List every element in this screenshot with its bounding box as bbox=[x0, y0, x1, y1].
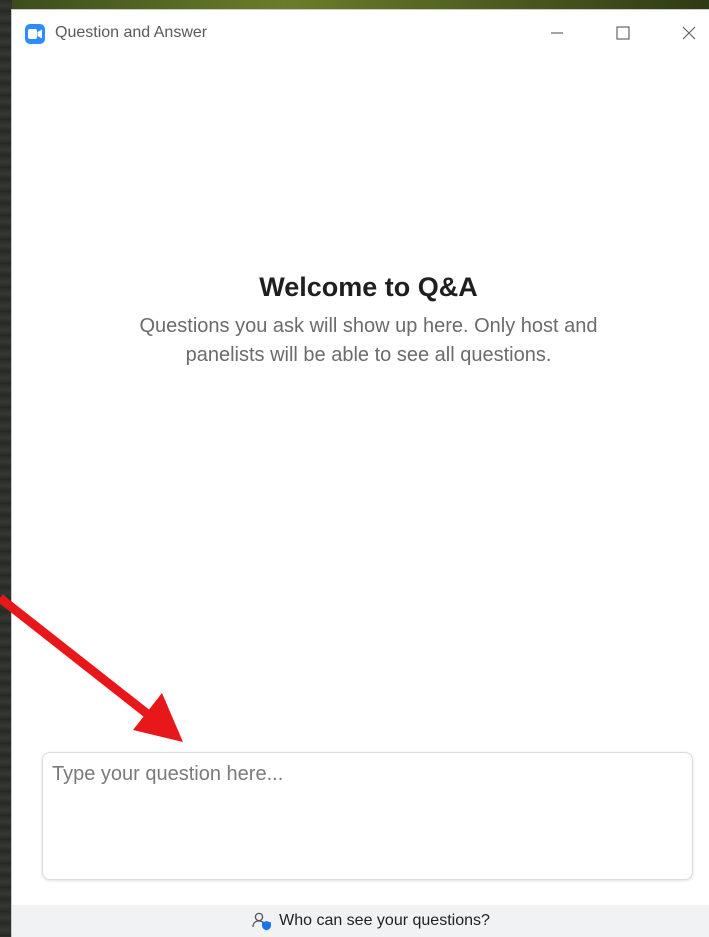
footer-bar: Who can see your questions? bbox=[12, 905, 709, 937]
minimize-button[interactable] bbox=[535, 18, 579, 48]
maximize-button[interactable] bbox=[601, 18, 645, 48]
close-icon bbox=[682, 26, 696, 40]
who-can-see-link[interactable]: Who can see your questions? bbox=[251, 911, 490, 931]
question-input-box[interactable] bbox=[42, 752, 693, 880]
zoom-camera-icon bbox=[25, 24, 45, 44]
user-shield-icon bbox=[252, 912, 272, 931]
question-input[interactable] bbox=[43, 753, 692, 879]
qa-window: Question and Answer Welcome to Q&A Quest… bbox=[12, 10, 709, 937]
background-top bbox=[0, 0, 709, 10]
maximize-icon bbox=[616, 26, 630, 40]
background-left bbox=[0, 0, 12, 937]
welcome-subtext: Questions you ask will show up here. Onl… bbox=[139, 315, 598, 366]
minimize-icon bbox=[551, 32, 563, 34]
welcome-heading: Welcome to Q&A bbox=[259, 272, 478, 302]
who-can-see-label: Who can see your questions? bbox=[279, 912, 490, 929]
title-bar[interactable]: Question and Answer bbox=[12, 10, 709, 56]
close-button[interactable] bbox=[667, 18, 709, 48]
window-title: Question and Answer bbox=[55, 24, 208, 41]
